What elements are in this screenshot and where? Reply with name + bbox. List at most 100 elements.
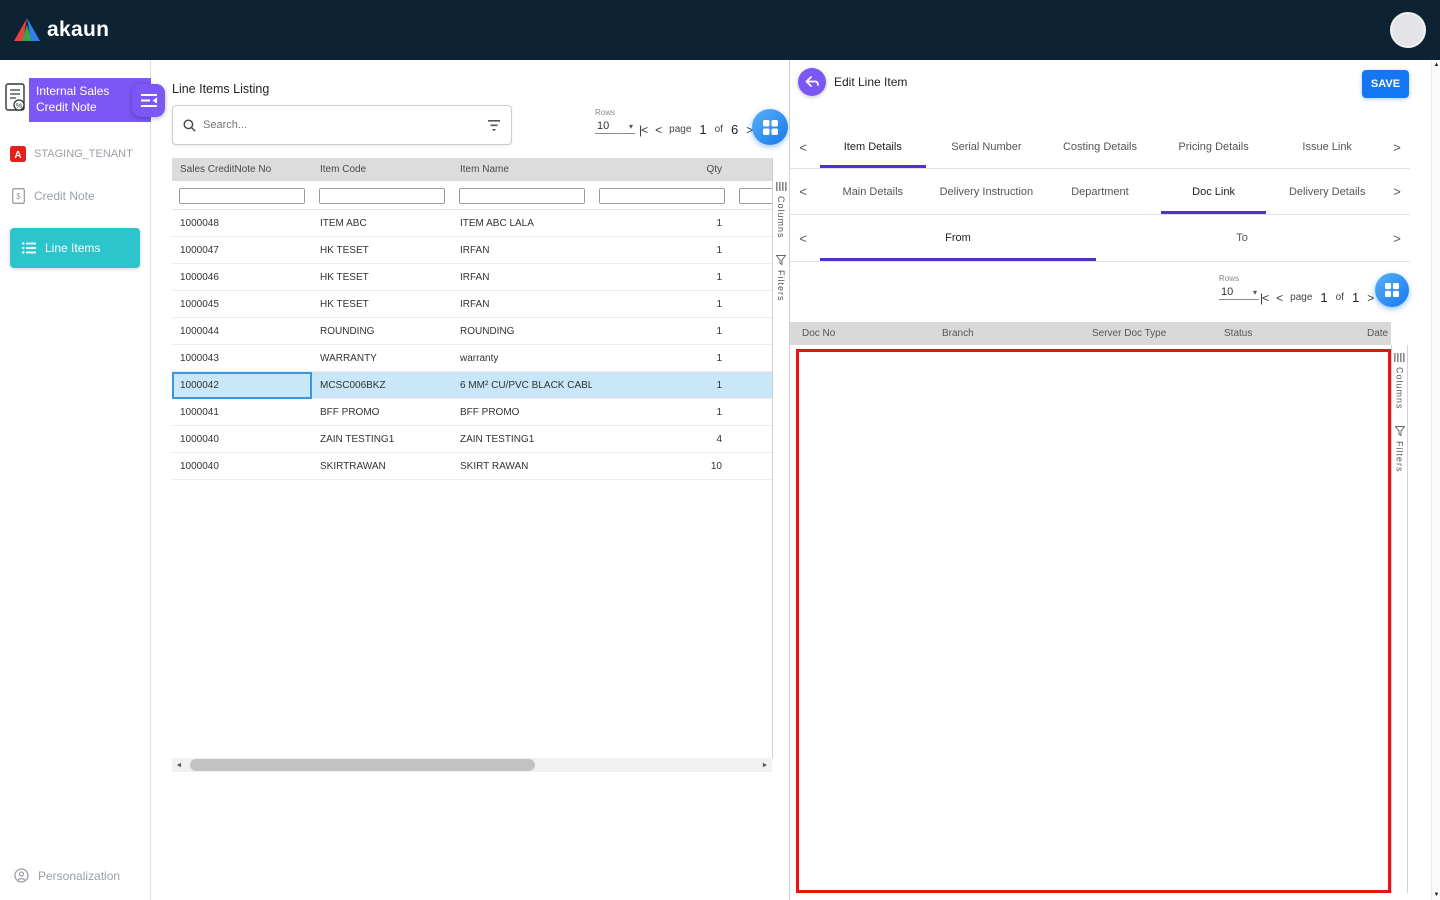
vertical-scrollbar[interactable]: ▲ ▼ [1431,60,1440,900]
rows-select[interactable]: 10 ▾ [1219,285,1259,300]
filter-input-item-name[interactable] [459,188,585,204]
col-header-status[interactable]: Status [1212,328,1355,339]
cell-item-name: BFF PROMO [452,407,592,418]
sidebar-collapse-button[interactable] [132,84,165,117]
tabs-row-direction: < From To > [790,215,1410,262]
table-row-selected[interactable]: 1000042 MCSC006BKZ 6 MM² CU/PVC BLACK CA… [172,372,772,399]
brand-logo[interactable]: akaun [14,18,109,42]
columns-toggle[interactable]: Columns [776,196,786,239]
sidebar-item-credit-note[interactable]: $ Credit Note [0,182,151,210]
pdf-icon: A [10,146,26,162]
table-row[interactable]: 1000041 BFF PROMO BFF PROMO 1 [172,399,772,426]
list-icon [22,242,36,254]
personalization-link[interactable]: Personalization [14,868,120,883]
columns-toggle[interactable]: Columns [1395,367,1405,410]
col-header-branch[interactable]: Branch [930,328,1080,339]
tabs-scroll-right-icon[interactable]: > [1384,126,1410,168]
scrollbar-thumb[interactable] [190,759,535,771]
cell-creditnote-no: 1000045 [172,299,312,310]
scroll-down-icon[interactable]: ▼ [1432,892,1440,898]
table-row[interactable]: 1000043 WARRANTY warranty 1 [172,345,772,372]
tab-item-details[interactable]: Item Details [816,126,930,168]
table-row[interactable]: 1000046 HK TESET IRFAN 1 [172,264,772,291]
scroll-right-icon[interactable]: ► [758,762,772,769]
tab-department[interactable]: Department [1043,169,1157,214]
rows-select[interactable]: 10 ▾ [595,119,635,134]
prev-page-icon[interactable]: < [655,123,661,137]
tab-to[interactable]: To [1100,215,1384,261]
first-page-icon[interactable]: |< [639,123,647,137]
tab-from[interactable]: From [816,215,1100,261]
tab-serial-number[interactable]: Serial Number [930,126,1044,168]
tabs-row-detail: < Main Details Delivery Instruction Depa… [790,169,1410,215]
filter-funnel-icon [776,255,786,265]
filters-toggle[interactable]: Filters [776,270,786,302]
tenant-name: STAGING_TENANT [34,148,133,160]
tab-issue-link[interactable]: Issue Link [1270,126,1384,168]
next-page-icon[interactable]: > [1367,291,1373,305]
horizontal-scrollbar[interactable]: ◄ ► [172,758,772,772]
brand-text: akaun [47,18,109,42]
filter-list-icon[interactable] [487,120,501,131]
col-header-qty[interactable]: Qty [592,164,732,175]
table-row[interactable]: 1000047 HK TESET IRFAN 1 [172,237,772,264]
grip-icon [776,182,787,191]
scroll-left-icon[interactable]: ◄ [172,762,186,769]
search-icon [183,119,196,132]
col-header-creditnote-no[interactable]: Sales CreditNote No [172,164,312,175]
cell-item-code: BFF PROMO [312,407,452,418]
tabs-scroll-right-icon[interactable]: > [1384,215,1410,261]
col-header-item-name[interactable]: Item Name [452,164,592,175]
tabs-scroll-left-icon[interactable]: < [790,169,816,214]
filter-input-extra[interactable] [739,188,772,204]
grid-icon [763,120,778,135]
first-page-icon[interactable]: |< [1260,291,1268,305]
cell-item-code: ROUNDING [312,326,452,337]
tabs-scroll-left-icon[interactable]: < [790,215,816,261]
svg-text:%: % [16,103,22,110]
scroll-up-icon[interactable]: ▲ [1432,62,1440,68]
back-arrow-icon [805,76,819,88]
cell-item-name: ROUNDING [452,326,592,337]
caret-down-icon: ▾ [1253,288,1257,297]
tenant-row[interactable]: A STAGING_TENANT [0,140,151,168]
prev-page-icon[interactable]: < [1276,291,1282,305]
table-row[interactable]: 1000048 ITEM ABC ITEM ABC LALA 1 [172,210,772,237]
of-word: of [715,124,723,135]
annotation-red-box [796,349,1391,893]
table-side-strip: Columns Filters [1391,345,1408,893]
filters-toggle[interactable]: Filters [1395,441,1405,473]
sidebar-item-label: Credit Note [34,189,95,203]
back-button[interactable] [798,68,826,96]
grid-view-button[interactable] [752,109,788,145]
col-header-item-code[interactable]: Item Code [312,164,452,175]
line-items-listing-panel: Line Items Listing Rows 10 ▾ |< < page 1… [152,60,789,900]
search-input[interactable] [203,119,480,131]
table-row[interactable]: 1000040 SKIRTRAWAN SKIRT RAWAN 10 [172,453,772,480]
tab-costing-details[interactable]: Costing Details [1043,126,1157,168]
col-header-server-doc-type[interactable]: Server Doc Type [1080,328,1212,339]
cell-creditnote-no: 1000047 [172,245,312,256]
filter-input-creditnote-no[interactable] [179,188,305,204]
user-avatar[interactable] [1390,12,1426,48]
tab-doc-link[interactable]: Doc Link [1157,169,1271,214]
panel-title: Edit Line Item [834,75,907,89]
grid-view-button[interactable] [1375,273,1409,307]
table-row[interactable]: 1000045 HK TESET IRFAN 1 [172,291,772,318]
table-row[interactable]: 1000044 ROUNDING ROUNDING 1 [172,318,772,345]
tabs-scroll-right-icon[interactable]: > [1384,169,1410,214]
menu-collapse-icon [141,94,157,107]
tab-pricing-details[interactable]: Pricing Details [1157,126,1271,168]
col-header-date[interactable]: Date [1355,328,1391,339]
tab-main-details[interactable]: Main Details [816,169,930,214]
save-button[interactable]: SAVE [1362,70,1409,98]
col-header-doc-no[interactable]: Doc No [790,328,930,339]
tab-delivery-details[interactable]: Delivery Details [1270,169,1384,214]
table-row[interactable]: 1000040 ZAIN TESTING1 ZAIN TESTING1 4 [172,426,772,453]
filter-input-qty[interactable] [599,188,725,204]
tabs-scroll-left-icon[interactable]: < [790,126,816,168]
sidebar-item-line-items[interactable]: Line Items [10,228,140,268]
tab-delivery-instruction[interactable]: Delivery Instruction [930,169,1044,214]
rows-per-page: Rows 10 ▾ [1219,274,1263,300]
filter-input-item-code[interactable] [319,188,445,204]
